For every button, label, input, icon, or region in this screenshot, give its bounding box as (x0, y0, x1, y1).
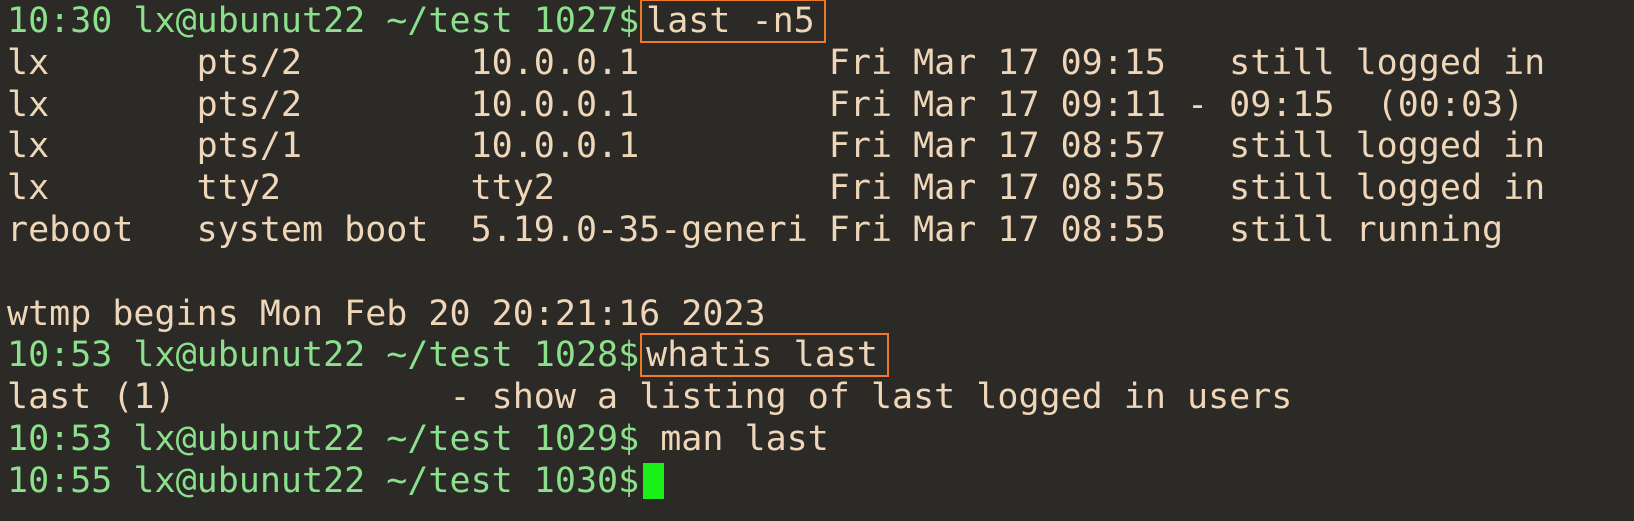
text-cursor[interactable] (643, 462, 665, 499)
shell-prompt: 10:55 lx@ubunut22 ~/test 1030$ (7, 460, 640, 501)
whatis-output: last (1) - show a listing of last logged… (7, 377, 1293, 418)
command-text: man last (639, 419, 829, 459)
output-row: reboot system boot 5.19.0-35-generi Fri … (7, 209, 1504, 250)
shell-prompt: 10:53 lx@ubunut22 ~/test 1029$ (7, 418, 640, 459)
prompt-line: 10:53 lx@ubunut22 ~/test 1029$ man last (7, 419, 1634, 461)
prompt-line: 10:53 lx@ubunut22 ~/test 1028$ whatis las… (7, 333, 1634, 378)
wtmp-footer: wtmp begins Mon Feb 20 20:21:16 2023 (7, 293, 766, 334)
active-prompt-line[interactable]: 10:55 lx@ubunut22 ~/test 1030$ (7, 461, 1634, 503)
shell-prompt: 10:53 lx@ubunut22 ~/test 1028$ (7, 335, 640, 376)
output-row: lx pts/2 10.0.0.1 Fri Mar 17 09:11 - 09:… (7, 84, 1525, 125)
prompt-line: 10:30 lx@ubunut22 ~/test 1027$ last -n5 (7, 0, 1634, 43)
output-row: lx tty2 tty2 Fri Mar 17 08:55 still logg… (7, 168, 1546, 209)
terminal-window[interactable]: 10:30 lx@ubunut22 ~/test 1027$ last -n5 l… (0, 0, 1634, 521)
highlighted-command: last -n5 (640, 0, 826, 43)
output-row: lx pts/2 10.0.0.1 Fri Mar 17 09:15 still… (7, 42, 1546, 83)
shell-prompt: 10:30 lx@ubunut22 ~/test 1027$ (7, 1, 640, 41)
output-row: lx pts/1 10.0.0.1 Fri Mar 17 08:57 still… (7, 126, 1546, 167)
man-command: man last (660, 418, 829, 459)
highlighted-command: whatis last (640, 333, 889, 378)
